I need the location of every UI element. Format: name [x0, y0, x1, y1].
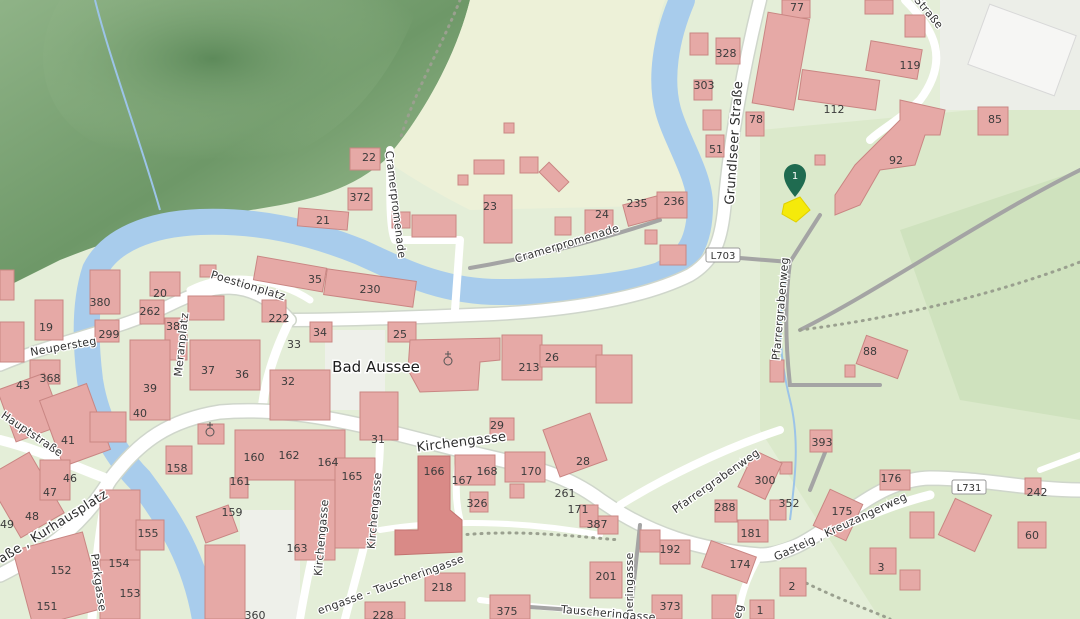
house-number-label: 37: [201, 364, 215, 377]
house-number-label: 262: [140, 305, 161, 318]
house-number-label: 228: [373, 609, 394, 619]
house-number-label: 85: [988, 113, 1002, 126]
house-number-label: 288: [715, 501, 736, 514]
house-number-label: 373: [660, 600, 681, 613]
house-number-label: 174: [730, 558, 751, 571]
house-number-label: 159: [222, 506, 243, 519]
house-number-label: 372: [350, 191, 371, 204]
house-number-label: 387: [587, 518, 608, 531]
house-number-label: 328: [716, 47, 737, 60]
house-number-label: 192: [660, 543, 681, 556]
house-number-label: 48: [25, 510, 39, 523]
house-number-label: 230: [360, 283, 381, 296]
house-number-label: 393: [812, 436, 833, 449]
house-number-label: 38: [166, 320, 180, 333]
house-number-label: 165: [342, 470, 363, 483]
svg-text:L703: L703: [711, 251, 736, 262]
house-number-label: 35: [308, 273, 322, 286]
house-number-label: 77: [790, 1, 804, 14]
house-number-label: 303: [694, 79, 715, 92]
house-number-label: 352: [779, 497, 800, 510]
house-number-label: 167: [452, 474, 473, 487]
house-number-label: 51: [709, 143, 723, 156]
house-number-label: 112: [824, 103, 845, 116]
house-number-label: 158: [167, 462, 188, 475]
house-number-label: 380: [90, 296, 111, 309]
house-number-label: 175: [832, 505, 853, 518]
house-number-label: 92: [889, 154, 903, 167]
house-number-label: 88: [863, 345, 877, 358]
house-number-label: 152: [51, 564, 72, 577]
house-number-label: 151: [37, 600, 58, 613]
house-number-label: 2: [789, 580, 796, 593]
house-number-label: 119: [900, 59, 921, 72]
place-label-bad-aussee: Bad Aussee: [332, 358, 420, 376]
house-number-label: 171: [568, 503, 589, 516]
house-number-label: 161: [230, 475, 251, 488]
house-number-label: 176: [881, 472, 902, 485]
house-number-label: 3: [878, 561, 885, 574]
house-number-label: 34: [313, 326, 327, 339]
house-number-label: 31: [371, 433, 385, 446]
house-number-label: 201: [596, 570, 617, 583]
house-number-label: 163: [287, 542, 308, 555]
house-number-label: 1: [757, 604, 764, 617]
house-number-label: 20: [153, 287, 167, 300]
house-number-label: 46: [63, 472, 77, 485]
house-number-label: 22: [362, 151, 376, 164]
house-number-label: 32: [281, 375, 295, 388]
house-number-label: 23: [483, 200, 497, 213]
house-number-label: 213: [519, 361, 540, 374]
house-number-label: 47: [43, 486, 57, 499]
house-number-label: 155: [138, 527, 159, 540]
map-canvas[interactable]: L703 L731 Grundlseer Straße Straße Crame…: [0, 0, 1080, 619]
house-number-label: 36: [235, 368, 249, 381]
house-number-label: 166: [424, 465, 445, 478]
marker-label: 1: [792, 171, 798, 182]
house-number-label: 49: [0, 518, 14, 531]
house-number-label: 24: [595, 208, 609, 221]
house-number-label: 26: [545, 351, 559, 364]
house-number-label: 162: [279, 449, 300, 462]
house-number-label: 39: [143, 382, 157, 395]
svg-text:L731: L731: [957, 483, 982, 494]
house-number-label: 28: [576, 455, 590, 468]
house-number-label: 154: [109, 557, 130, 570]
house-number-label: 300: [755, 474, 776, 487]
house-number-label: 222: [269, 312, 290, 325]
house-number-label: 21: [316, 214, 330, 227]
house-number-label: 235: [627, 197, 648, 210]
house-number-label: 33: [287, 338, 301, 351]
house-number-label: 170: [521, 465, 542, 478]
house-number-label: 168: [477, 465, 498, 478]
house-number-label: 160: [244, 451, 265, 464]
house-number-label: 25: [393, 328, 407, 341]
house-number-label: 43: [16, 379, 30, 392]
house-number-label: 78: [749, 113, 763, 126]
house-number-label: 41: [61, 434, 75, 447]
house-number-label: 236: [664, 195, 685, 208]
house-number-label: 368: [40, 372, 61, 385]
house-number-label: 261: [555, 487, 576, 500]
house-number-label: 40: [133, 407, 147, 420]
house-number-label: 218: [432, 581, 453, 594]
house-number-label: 60: [1025, 529, 1039, 542]
street-label-eg: eg: [731, 603, 746, 619]
house-number-label: 29: [490, 419, 504, 432]
house-number-label: 242: [1027, 486, 1048, 499]
house-number-label: 326: [467, 497, 488, 510]
house-number-label: 19: [39, 321, 53, 334]
house-number-label: 299: [99, 328, 120, 341]
house-number-label: 164: [318, 456, 339, 469]
map-layer: L703 L731 Grundlseer Straße Straße Crame…: [0, 0, 1080, 619]
house-number-label: 181: [741, 527, 762, 540]
house-number-label: 360: [245, 609, 266, 619]
house-number-label: 375: [497, 605, 518, 618]
route-shield-l703: L703: [705, 247, 741, 263]
route-shield-l731: L731: [951, 479, 987, 495]
house-number-label: 153: [120, 587, 141, 600]
